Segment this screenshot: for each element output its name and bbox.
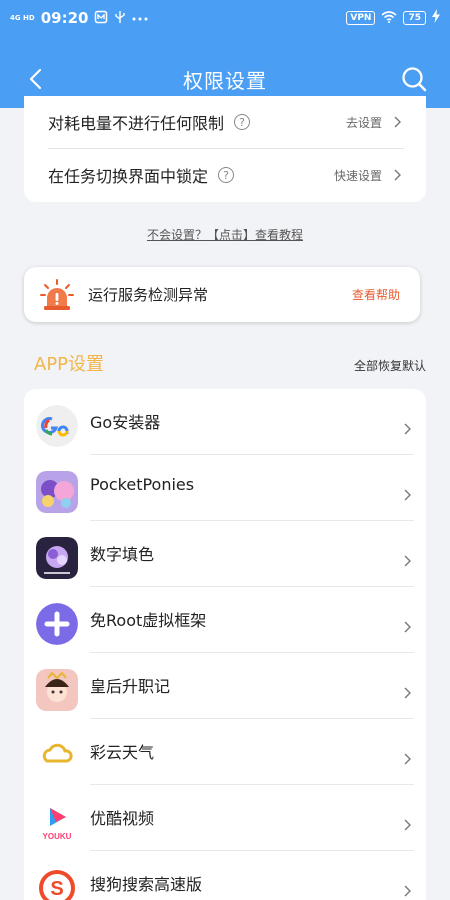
caiyun-weather-icon xyxy=(36,735,78,777)
app-row[interactable]: YOUKU 优酷视频 xyxy=(24,785,426,851)
chevron-right-icon xyxy=(394,169,401,181)
svg-text:YOUKU: YOUKU xyxy=(43,832,72,841)
app-row[interactable]: PocketPonies xyxy=(24,455,426,521)
permission-row-lock[interactable]: 在任务切换界面中锁定 ? 快速设置 xyxy=(24,149,426,201)
app-name: 免Root虚拟框架 xyxy=(90,611,207,630)
tutorial-link[interactable]: 不会设置？【点击】查看教程 xyxy=(0,226,450,243)
app-row[interactable]: Go安装器 xyxy=(24,389,426,455)
app-row[interactable]: 数字填色 xyxy=(24,521,426,587)
battery-level: 75 xyxy=(403,11,426,25)
app-name: PocketPonies xyxy=(90,475,195,494)
svg-text:S: S xyxy=(50,878,63,900)
info-icon[interactable]: ? xyxy=(218,167,235,183)
help-link[interactable]: 查看帮助 xyxy=(352,286,400,303)
sogou-search-icon: S xyxy=(36,867,78,900)
chevron-right-icon xyxy=(404,753,411,765)
app-name: 彩云天气 xyxy=(90,743,155,762)
status-right: VPN 75 xyxy=(346,9,440,27)
chevron-right-icon xyxy=(404,555,411,567)
app-list: Go安装器 PocketPonies 数字填色 免Root虚拟框架 皇后升职记 xyxy=(24,389,426,900)
permission-row-battery[interactable]: 对耗电量不进行任何限制 ? 去设置 xyxy=(24,96,426,148)
permission-action[interactable]: 快速设置 xyxy=(334,167,382,184)
youku-icon: YOUKU xyxy=(36,801,78,843)
app-name: 皇后升职记 xyxy=(90,677,171,696)
queen-game-icon xyxy=(36,669,78,711)
chevron-right-icon xyxy=(404,819,411,831)
go-installer-icon xyxy=(36,405,78,447)
app-name: Go安装器 xyxy=(90,413,161,432)
permission-label: 在任务切换界面中锁定 xyxy=(48,167,209,186)
section-title: APP设置 xyxy=(34,354,105,375)
app-row[interactable]: 皇后升职记 xyxy=(24,653,426,719)
search-icon[interactable] xyxy=(398,63,430,95)
wifi-icon xyxy=(381,9,397,27)
app-name: 优酷视频 xyxy=(90,809,155,828)
permission-label: 对耗电量不进行任何限制 xyxy=(48,114,225,133)
more-icon xyxy=(132,11,148,25)
app-row[interactable]: 免Root虚拟框架 xyxy=(24,587,426,653)
app-header: 4G HD 09:20 VPN 75 权限设置 xyxy=(0,0,450,108)
info-icon[interactable]: ? xyxy=(234,114,251,130)
reset-all-button[interactable]: 全部恢复默认 xyxy=(354,357,426,374)
pocketponies-icon xyxy=(36,471,78,513)
chevron-right-icon xyxy=(404,489,411,501)
color-by-number-icon xyxy=(36,537,78,579)
notification-icon xyxy=(94,10,108,27)
chevron-right-icon xyxy=(394,116,401,128)
status-left: 4G HD 09:20 xyxy=(10,9,148,27)
chevron-right-icon xyxy=(404,687,411,699)
back-icon[interactable] xyxy=(22,64,52,94)
page-title: 权限设置 xyxy=(183,68,267,93)
permission-action[interactable]: 去设置 xyxy=(346,114,382,131)
chevron-right-icon xyxy=(404,423,411,435)
vpn-badge: VPN xyxy=(346,11,376,25)
virtual-framework-icon xyxy=(36,603,78,645)
status-time: 09:20 xyxy=(40,9,89,27)
permission-card: 对耗电量不进行任何限制 ? 去设置 在任务切换界面中锁定 ? 快速设置 xyxy=(24,96,426,202)
service-alert-card[interactable]: 运行服务检测异常 查看帮助 xyxy=(24,267,420,322)
network-indicator: 4G HD xyxy=(10,14,35,22)
alarm-icon xyxy=(40,278,74,310)
app-row[interactable]: 彩云天气 xyxy=(24,719,426,785)
app-row[interactable]: S 搜狗搜索高速版 xyxy=(24,851,426,900)
usb-icon xyxy=(114,10,126,27)
app-name: 数字填色 xyxy=(90,545,155,564)
charging-icon xyxy=(432,9,440,27)
status-bar: 4G HD 09:20 VPN 75 xyxy=(0,0,450,36)
app-name: 搜狗搜索高速版 xyxy=(90,875,203,894)
chevron-right-icon xyxy=(404,885,411,897)
chevron-right-icon xyxy=(404,621,411,633)
alert-text: 运行服务检测异常 xyxy=(88,286,209,304)
